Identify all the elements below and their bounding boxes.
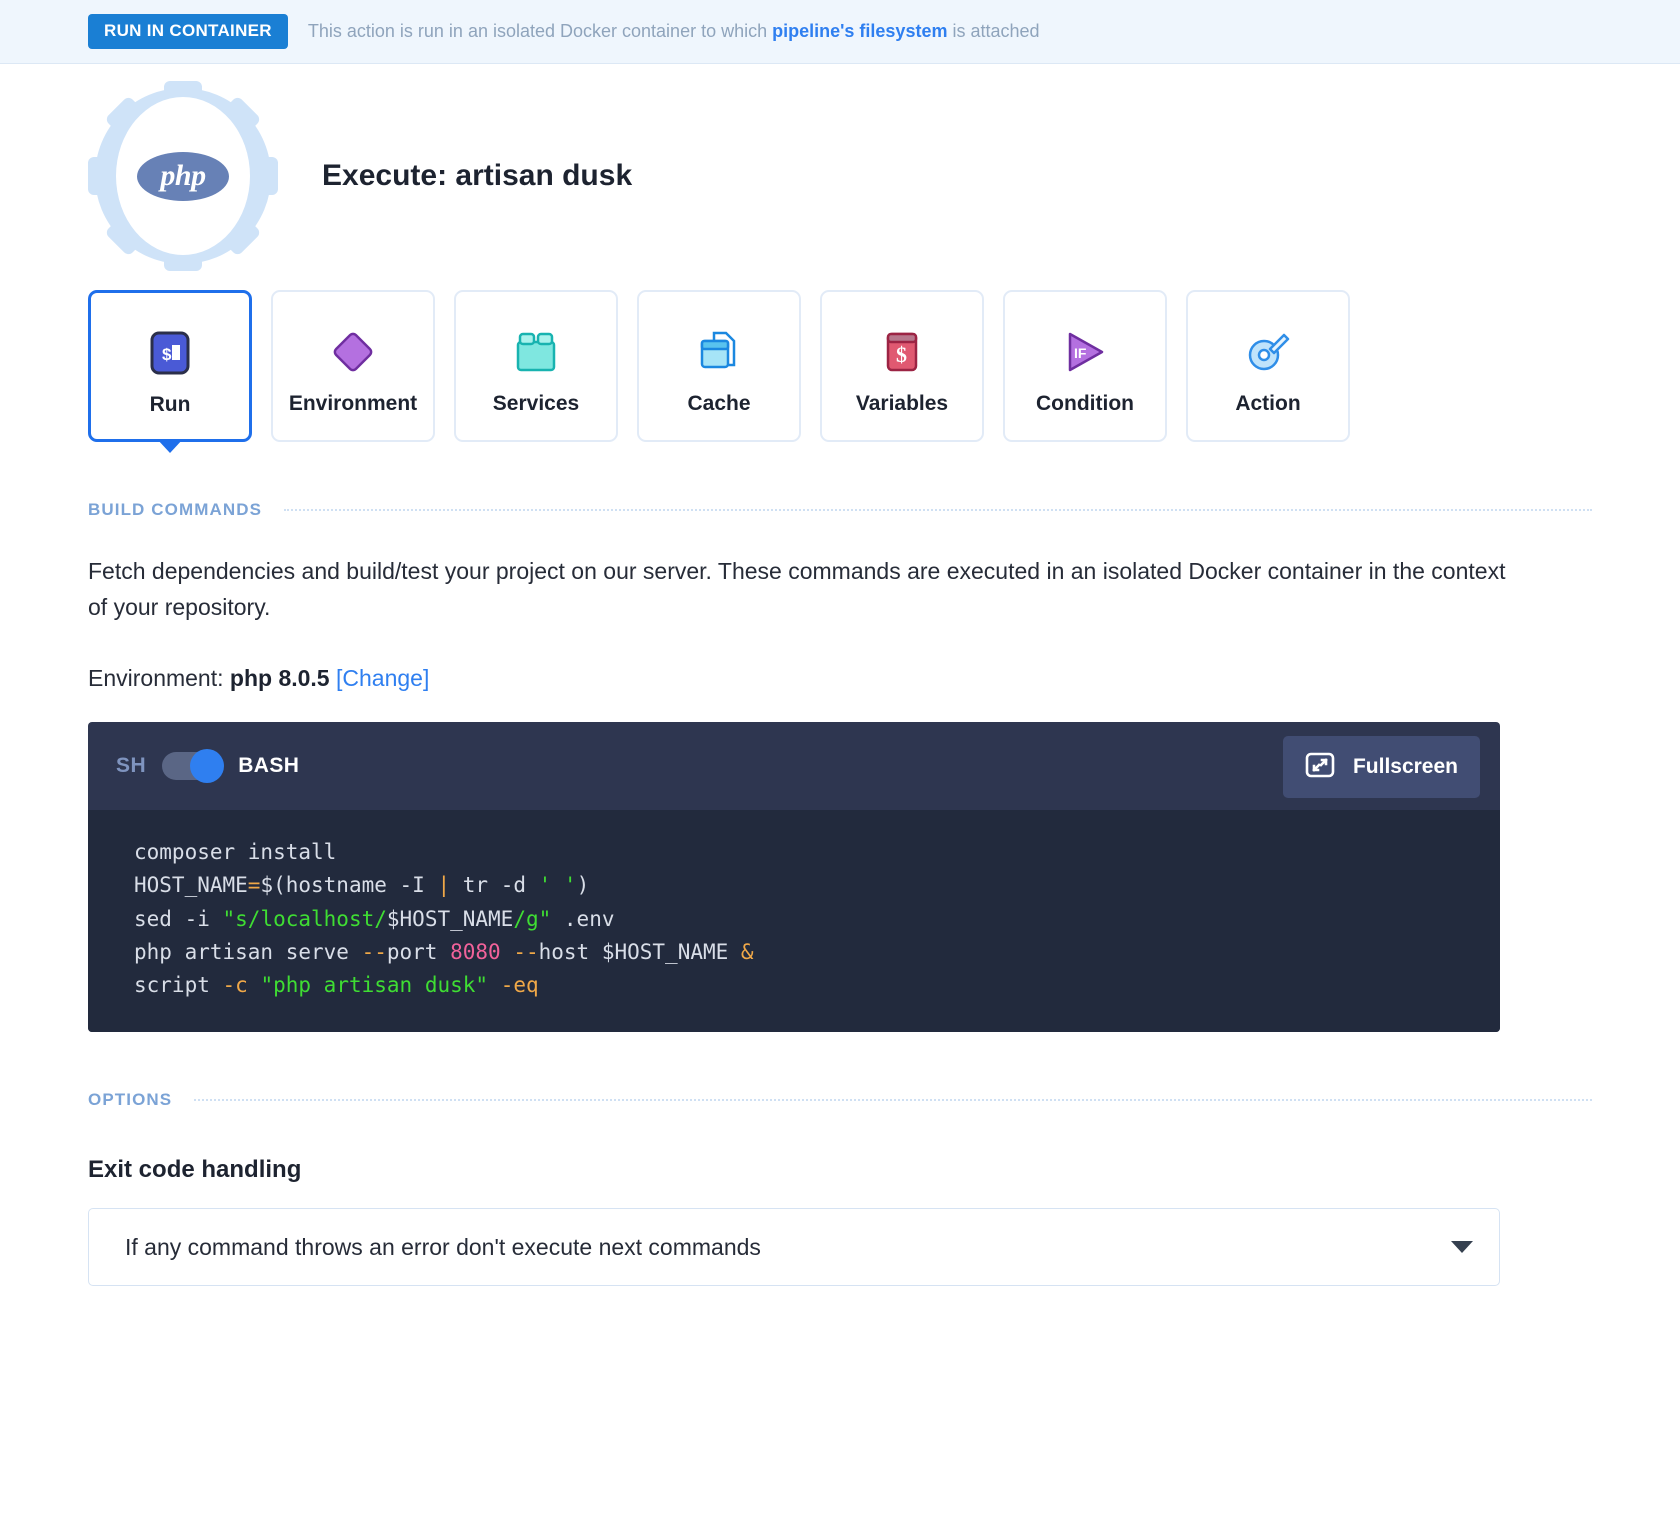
- code-token: |: [437, 873, 451, 898]
- code-token: -I: [399, 873, 438, 898]
- red-dollar-card-icon: $: [880, 326, 924, 378]
- code-line: sed -i "s/localhost/$HOST_NAME/g" .env: [88, 903, 1500, 936]
- svg-text:$: $: [896, 342, 907, 367]
- code-token: =: [247, 873, 261, 898]
- tab-label: Action: [1235, 392, 1301, 415]
- code-token: --: [361, 939, 387, 964]
- run-in-container-badge: RUN IN CONTAINER: [88, 14, 288, 49]
- expand-icon: [1305, 750, 1335, 785]
- code-token: ): [576, 873, 590, 898]
- code-token: $(hostname: [260, 873, 400, 898]
- exit-code-handling-select[interactable]: If any command throws an error don't exe…: [88, 1208, 1500, 1287]
- build-commands-section-header: BUILD COMMANDS: [88, 500, 1592, 520]
- fullscreen-button[interactable]: Fullscreen: [1282, 736, 1480, 799]
- php-logo-text: php: [160, 159, 206, 192]
- tab-variables[interactable]: $ Variables: [820, 290, 984, 442]
- tab-environment[interactable]: Environment: [271, 290, 435, 442]
- code-token: --: [513, 939, 539, 964]
- tab-label: Cache: [687, 392, 751, 415]
- terminal-prompt-icon: $: [148, 327, 192, 379]
- code-token: script: [134, 972, 223, 997]
- notice-text-after: is attached: [947, 21, 1040, 41]
- code-token: -c: [222, 972, 248, 997]
- code-token: &: [740, 939, 754, 964]
- section-title: OPTIONS: [88, 1090, 173, 1110]
- pipeline-filesystem-link[interactable]: pipeline's filesystem: [772, 21, 947, 41]
- code-token: sed -i: [134, 906, 223, 931]
- purple-diamond-icon: [328, 326, 378, 378]
- toggle-knob: [190, 749, 225, 784]
- action-header: php Execute: artisan dusk: [88, 64, 1592, 274]
- code-token: ' ': [538, 873, 577, 898]
- code-token: $HOST_NAME: [386, 906, 514, 931]
- tab-label: Run: [149, 393, 191, 416]
- tab-label: Condition: [1036, 392, 1134, 415]
- code-token: 8080: [450, 939, 501, 964]
- bash-label: BASH: [238, 754, 300, 778]
- code-line: php artisan serve --port 8080 --host $HO…: [88, 936, 1500, 969]
- sh-bash-toggle[interactable]: [162, 749, 225, 784]
- code-line: script -c "php artisan dusk" -eq: [88, 969, 1500, 1002]
- environment-line: Environment: php 8.0.5 [Change]: [88, 665, 1592, 692]
- purple-if-play-icon: IF: [1060, 326, 1110, 378]
- build-commands-editor: SH BASH Fullscreen composer install HOST…: [88, 722, 1500, 1033]
- exit-code-handling-value: If any command throws an error don't exe…: [125, 1233, 761, 1260]
- tab-label: Environment: [288, 392, 418, 415]
- code-line: HOST_NAME=$(hostname -I | tr -d ' '): [88, 869, 1500, 902]
- tab-services[interactable]: Services: [454, 290, 618, 442]
- exit-code-handling-label: Exit code handling: [88, 1156, 302, 1184]
- page-title: Execute: artisan dusk: [322, 159, 633, 192]
- run-in-container-banner: RUN IN CONTAINER This action is run in a…: [0, 0, 1680, 64]
- section-divider: [284, 509, 1592, 511]
- code-token: tr -d: [450, 873, 539, 898]
- code-token: port: [386, 939, 451, 964]
- environment-label: Environment:: [88, 665, 224, 692]
- section-title: BUILD COMMANDS: [88, 500, 263, 519]
- php-gear-icon: php: [88, 81, 278, 271]
- change-environment-link[interactable]: [Change]: [336, 665, 429, 691]
- php-logo-ellipse: php: [137, 151, 229, 201]
- options-section-header: OPTIONS: [88, 1090, 1592, 1110]
- svg-text:IF: IF: [1074, 345, 1087, 361]
- run-in-container-description: This action is run in an isolated Docker…: [308, 21, 1040, 42]
- section-divider: [194, 1099, 1592, 1102]
- code-token: host $HOST_NAME: [538, 939, 741, 964]
- code-token: HOST_NAME: [134, 873, 248, 898]
- tab-label: Variables: [855, 392, 949, 415]
- blue-wrench-gear-icon: [1243, 326, 1293, 378]
- code-token: composer install: [134, 840, 337, 865]
- teal-crates-icon: [511, 326, 561, 378]
- blue-files-icon: [694, 326, 744, 378]
- tab-action[interactable]: Action: [1186, 290, 1350, 442]
- code-token: .env: [551, 906, 615, 931]
- svg-text:$: $: [162, 345, 172, 364]
- chevron-down-icon: [1451, 1241, 1473, 1254]
- build-commands-description: Fetch dependencies and build/test your p…: [88, 558, 1506, 620]
- notice-text-before: This action is run in an isolated Docker…: [307, 21, 773, 41]
- tab-run[interactable]: $ Run: [88, 290, 252, 453]
- code-token: php artisan serve: [134, 939, 362, 964]
- action-tabs: $ Run Environment Services Cache $ Varia…: [88, 290, 1592, 453]
- code-line: composer install: [88, 836, 1500, 869]
- tab-condition[interactable]: IF Condition: [1003, 290, 1167, 442]
- code-token: -eq: [500, 972, 539, 997]
- code-token: /g": [513, 906, 552, 931]
- code-token: "php artisan dusk": [260, 972, 489, 997]
- tab-cache[interactable]: Cache: [637, 290, 801, 442]
- fullscreen-label: Fullscreen: [1352, 755, 1458, 779]
- sh-label: SH: [116, 754, 147, 778]
- code-token: "s/localhost/: [222, 906, 387, 931]
- editor-toolbar: SH BASH Fullscreen: [88, 722, 1500, 810]
- environment-value: php 8.0.5: [229, 665, 330, 692]
- code-editor-area[interactable]: composer install HOST_NAME=$(hostname -I…: [88, 810, 1500, 1033]
- tab-label: Services: [492, 392, 580, 415]
